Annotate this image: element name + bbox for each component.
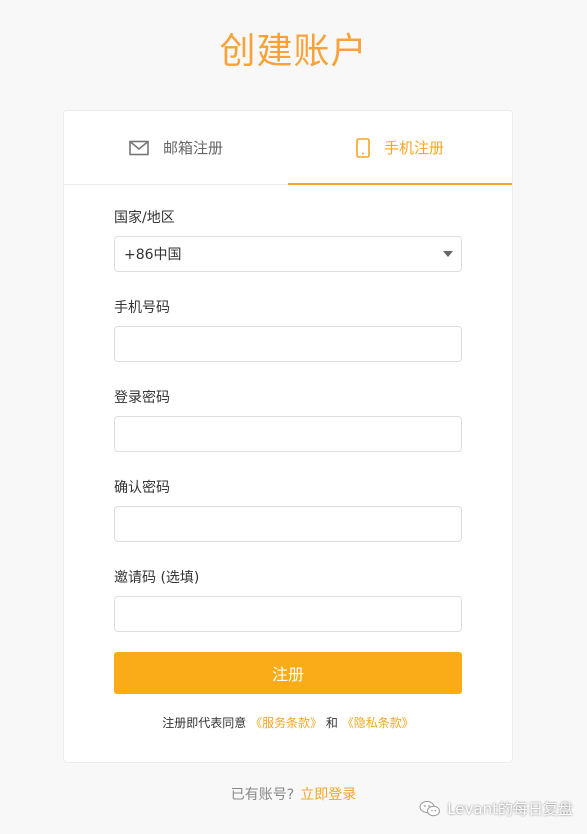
signup-card: 邮箱注册 手机注册 国家/地区 +86中国 手机号码 登录密码 确认密码 邀请码… [63,110,513,763]
tab-phone-label: 手机注册 [383,139,444,157]
confirm-password-field-box [114,506,462,542]
watermark: Levant的每日复盘 [419,798,573,819]
password-input[interactable] [115,417,461,451]
confirm-password-label: 确认密码 [114,480,170,496]
password-label: 登录密码 [114,390,170,406]
tab-email-label: 邮箱注册 [162,139,223,157]
caret-down-icon [443,251,453,257]
agreement-and: 和 [325,716,338,730]
signup-form: 国家/地区 +86中国 手机号码 登录密码 确认密码 邀请码 (选填) [114,208,462,658]
invite-code-input[interactable] [115,597,461,631]
confirm-password-input[interactable] [115,507,461,541]
invite-code-group: 邀请码 (选填) [114,568,462,632]
phone-input[interactable] [115,327,461,361]
password-group: 登录密码 [114,388,462,452]
tab-phone-signup[interactable]: 手机注册 [288,111,512,184]
agreement-prefix: 注册即代表同意 [162,716,247,730]
country-group: 国家/地区 +86中国 [114,208,462,272]
tab-bar: 邮箱注册 手机注册 [64,111,512,185]
mail-icon [129,140,149,156]
country-select-value: +86中国 [124,247,182,263]
confirm-password-group: 确认密码 [114,478,462,542]
has-account-text: 已有账号? [230,787,295,803]
login-link[interactable]: 立即登录 [300,787,356,803]
password-field-box [114,416,462,452]
phone-label: 手机号码 [114,300,170,316]
phone-group: 手机号码 [114,298,462,362]
page-title: 创建账户 [219,31,368,72]
privacy-policy-link[interactable]: 《隐私条款》 [342,716,414,730]
register-button[interactable]: 注册 [114,652,462,694]
wechat-icon [419,800,441,818]
active-tab-indicator [288,183,512,185]
tab-email-signup[interactable]: 邮箱注册 [64,111,288,184]
invite-code-field-box [114,596,462,632]
country-label: 国家/地区 [114,210,175,226]
invite-code-label: 邀请码 (选填) [114,570,200,586]
terms-of-service-link[interactable]: 《服务条款》 [250,716,322,730]
agreement-text: 注册即代表同意 《服务条款》 和 《隐私条款》 [64,714,512,731]
watermark-text: Levant的每日复盘 [447,800,573,818]
phone-field-box [114,326,462,362]
country-select[interactable]: +86中国 [114,236,462,272]
mobile-phone-icon [356,137,370,158]
